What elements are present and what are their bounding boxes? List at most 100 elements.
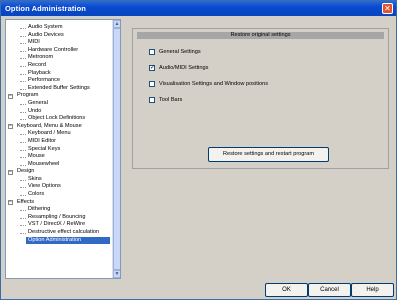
tree-item-label: Keyboard / Menu [28,130,71,137]
general-settings-option[interactable]: General Settings [149,48,201,56]
tree-item-label: General [28,99,48,106]
tree-item[interactable]: − Program [6,92,113,100]
tree-item-label: Metronom [28,54,54,61]
tree-connector [20,217,26,219]
audio-midi-settings-checkbox[interactable]: ✓ [149,65,155,71]
tree-item[interactable]: Special Keys [6,146,113,154]
tree-item[interactable]: Performance [6,77,113,85]
tree-item-label: Special Keys [28,145,61,152]
tree-item-label: Keyboard, Menu & Mouse [17,122,82,129]
tree-item[interactable]: − Keyboard, Menu & Mouse [6,123,113,131]
tree-item-label: MIDI Editor [28,137,56,144]
collapse-icon[interactable]: − [8,169,13,175]
tree-item[interactable]: Audio System [6,24,113,32]
tree-item[interactable]: Option Administration [6,236,113,245]
visualisation-settings-checkbox[interactable] [149,81,155,87]
tree-item[interactable]: Undo [6,108,113,116]
visualisation-settings-label: Visualisation Settings and Window positi… [159,81,269,87]
tree-item-label: Resampling / Bouncing [28,213,86,220]
tree-item-label: View Options [28,183,61,190]
tree-connector [20,58,26,60]
tree-item[interactable]: View Options [6,183,113,191]
tree-item[interactable]: General [6,100,113,108]
tree-item-label: Option Administration [26,236,110,245]
tree-item-label: Skins [28,175,42,182]
tree-item-label: Audio System [28,24,63,30]
collapse-icon[interactable]: − [8,93,13,99]
tree-connector [20,65,26,67]
tree-item[interactable]: Colors [6,191,113,199]
tree-item[interactable]: Extended Buffer Settings [6,85,113,93]
collapse-icon[interactable]: − [8,124,13,130]
option-administration-window: Option Administration ✕ Audio System Audi… [0,0,397,300]
close-button[interactable]: ✕ [382,3,393,14]
tree-item[interactable]: Resampling / Bouncing [6,214,113,222]
tree-connector [20,149,26,151]
title-bar[interactable]: Option Administration ✕ [1,1,396,16]
close-icon: ✕ [384,4,391,13]
tool-bars-option[interactable]: Tool Bars [149,96,182,104]
tree-connector [20,88,26,90]
tree-item-label: Effects [17,198,34,205]
tree-item-label: Design [17,168,35,175]
tree-item[interactable]: Skins [6,176,113,184]
tree-connector [20,187,26,189]
ok-button[interactable]: OK [265,283,308,297]
tree-connector [20,50,26,52]
tree-item[interactable]: Playback [6,70,113,78]
tree-connector [20,164,26,166]
scroll-up-button[interactable]: ▲ [113,20,120,28]
tree-item[interactable]: VST / DirectX / ReWire [6,221,113,229]
tree-item-label: Destructive effect calculation [28,229,100,236]
tree-item-label: Record [28,61,47,68]
tree-connector [20,103,26,105]
tree-item[interactable]: Object Lock Definitions [6,115,113,123]
tool-bars-label: Tool Bars [159,97,183,103]
tree-connector [20,195,26,197]
restore-settings-group: Restore original settings General Settin… [132,28,389,169]
arrow-down-icon: ▼ [114,271,120,277]
restore-and-restart-button[interactable]: Restore settings and restart program [208,147,329,162]
tree-item[interactable]: Destructive effect calculation [6,229,113,237]
restore-settings-header: Restore original settings [137,32,384,39]
tool-bars-checkbox[interactable] [149,97,155,103]
tree-item[interactable]: Mousewheel [6,161,113,169]
tree-scrollbar[interactable]: ▲ ▼ [112,20,120,278]
tree-item-label: Undo [28,107,42,114]
checkmark-icon: ✓ [150,64,156,71]
tree-item-label: Playback [28,69,51,76]
tree-item[interactable]: MIDI [6,39,113,47]
collapse-icon[interactable]: − [8,200,13,206]
tree-item[interactable]: Dithering [6,206,113,214]
tree-connector [20,157,26,159]
scroll-thumb[interactable] [113,28,120,270]
tree-item-label: Hardware Controller [28,46,79,53]
tree-item[interactable]: Record [6,62,113,70]
tree-item[interactable]: MIDI Editor [6,138,113,146]
tree-item[interactable]: Mouse [6,153,113,161]
tree-item[interactable]: Hardware Controller [6,47,113,55]
tree-item[interactable]: − Design [6,168,113,176]
tree-item-label: Dithering [28,206,51,213]
tree-item-label: Performance [28,77,61,84]
tree-item[interactable]: Keyboard / Menu [6,130,113,138]
tree-item-label: Object Lock Definitions [28,115,86,122]
cancel-button[interactable]: Cancel [308,283,351,297]
tree-connector [20,225,26,227]
scroll-down-button[interactable]: ▼ [113,270,120,278]
tree-connector [20,134,26,136]
options-tree-panel: Audio System Audio Devices MIDI Hardware Co… [5,19,121,279]
tree-connector [20,43,26,45]
tree-connector [20,111,26,113]
visualisation-settings-option[interactable]: Visualisation Settings and Window positi… [149,80,268,88]
tree-item[interactable]: Metronom [6,54,113,62]
tree-item[interactable]: Audio Devices [6,32,113,40]
help-button[interactable]: Help [351,283,394,297]
general-settings-checkbox[interactable] [149,49,155,55]
tree-item-label: Colors [28,191,45,198]
tree-connector [20,81,26,83]
audio-midi-settings-option[interactable]: ✓ Audio/MIDI Settings [149,64,208,72]
tree-item-label: MIDI [28,39,40,46]
tree-connector [20,141,26,143]
tree-item[interactable]: − Effects [6,199,113,207]
